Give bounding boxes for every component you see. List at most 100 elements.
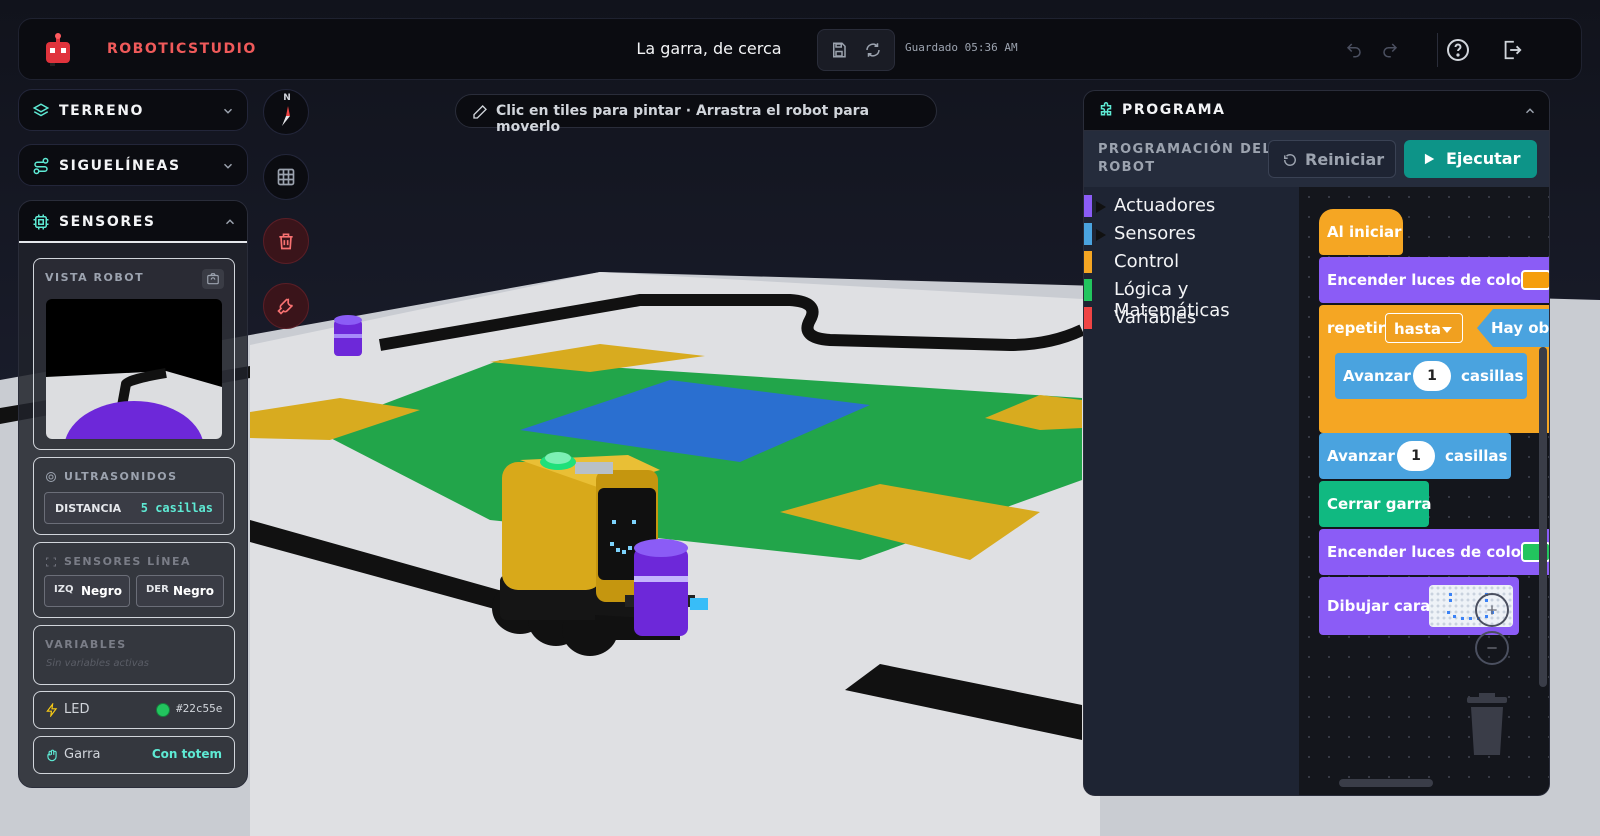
left-sensor-label: IZQ <box>54 584 74 595</box>
logout-icon <box>1504 40 1522 60</box>
run-label: Ejecutar <box>1446 149 1521 168</box>
category-color-bar <box>1084 251 1092 273</box>
category-color-bar <box>1084 223 1092 245</box>
program-subtitle: PROGRAMACIÓN DEL ROBOT <box>1098 142 1272 175</box>
ultrasonic-title: ULTRASONIDOS <box>64 470 178 483</box>
compass-button[interactable]: N <box>263 89 309 135</box>
puzzle-icon <box>1100 102 1112 116</box>
chevron-down-icon <box>223 108 233 114</box>
block-lights-2[interactable]: Encender luces de color <box>1319 529 1549 575</box>
repeat-mode-dropdown[interactable]: hasta <box>1385 313 1463 343</box>
run-button[interactable]: Ejecutar <box>1404 140 1537 178</box>
chevron-down-icon <box>223 163 233 169</box>
workspace-trash-icon[interactable] <box>1463 693 1511 757</box>
left-line-sensor: IZQ Negro <box>44 575 130 607</box>
save-button[interactable] <box>828 39 850 61</box>
block-unit-label: casillas <box>1461 367 1524 385</box>
project-title[interactable]: La garra, de cerca <box>579 39 839 58</box>
brand-name: ROBOTICSTUDIO <box>107 41 257 57</box>
distance-value: 5 casillas <box>140 501 213 515</box>
horizontal-scrollbar[interactable] <box>1339 779 1433 787</box>
top-bar: ROBOTICSTUDIO La garra, de cerca Guardad… <box>18 18 1582 80</box>
redo-button[interactable] <box>1377 37 1403 63</box>
blocks-workspace[interactable]: Al iniciar Encender luces de color repet… <box>1299 187 1549 795</box>
trash-icon <box>279 233 293 250</box>
vertical-scrollbar[interactable] <box>1539 347 1547 687</box>
compass-north-label: N <box>283 93 291 103</box>
led-card: LED #22c55e <box>33 691 235 729</box>
minus-icon <box>1487 647 1497 649</box>
grid-toggle-button[interactable] <box>263 154 309 200</box>
help-button[interactable] <box>1445 37 1471 63</box>
chevron-up-icon <box>1525 108 1535 114</box>
robot-logo-icon[interactable] <box>41 33 75 67</box>
sensors-panel: SENSORES VISTA ROBOT ULTRASONIDOS DISTAN… <box>18 200 248 788</box>
robot-view-card: VISTA ROBOT <box>33 258 235 450</box>
save-icon <box>833 42 846 58</box>
caret-right-icon <box>1096 229 1106 241</box>
wrench-icon <box>277 298 294 315</box>
logout-button[interactable] <box>1499 37 1525 63</box>
zoom-in-button[interactable] <box>1475 593 1509 627</box>
hint-text: Clic en tiles para pintar · Arrastra el … <box>496 103 870 135</box>
robot-view-title: VISTA ROBOT <box>45 271 145 284</box>
linefollower-panel-toggle[interactable]: SIGUELÍNEAS <box>18 144 248 186</box>
undo-button[interactable] <box>1341 37 1367 63</box>
linefollower-label: SIGUELÍNEAS <box>59 158 181 174</box>
ultrasonic-icon <box>46 472 56 482</box>
sensors-panel-toggle[interactable]: SENSORES <box>19 201 247 243</box>
block-lights-1[interactable]: Encender luces de color <box>1319 257 1549 303</box>
variables-title: VARIABLES <box>45 638 127 651</box>
category-label: Actuadores <box>1114 195 1216 216</box>
sync-icon <box>866 43 880 57</box>
reset-label: Reiniciar <box>1305 150 1385 169</box>
program-toolbar: PROGRAMACIÓN DEL ROBOT Reiniciar Ejecuta… <box>1084 131 1549 187</box>
program-panel-toggle[interactable]: PROGRAMA <box>1084 91 1549 131</box>
right-sensor-value: Negro <box>173 584 214 598</box>
variables-card: VARIABLES Sin variables activas <box>33 625 235 685</box>
compass-icon <box>282 106 290 126</box>
distance-label: DISTANCIA <box>55 502 122 515</box>
file-actions-group <box>817 29 895 71</box>
block-label: Avanzar <box>1327 447 1395 465</box>
block-label: Dibujar cara <box>1327 597 1431 615</box>
steps-input[interactable]: 1 <box>1397 441 1435 471</box>
redo-icon <box>1383 43 1398 58</box>
category-label: Control <box>1114 251 1180 272</box>
block-label: Al iniciar <box>1327 223 1402 241</box>
editor-hint-banner: Clic en tiles para pintar · Arrastra el … <box>455 94 937 135</box>
block-on-start[interactable]: Al iniciar <box>1319 209 1403 255</box>
hand-icon <box>47 749 57 762</box>
right-line-sensor: DER Negro <box>136 575 224 607</box>
reset-button[interactable]: Reiniciar <box>1268 140 1396 178</box>
category-label: Variables <box>1114 307 1197 328</box>
ultrasonic-card: ULTRASONIDOS DISTANCIA 5 casillas <box>33 457 235 535</box>
category-logic-math[interactable]: Lógica y Matemáticas <box>1084 277 1299 321</box>
sync-button[interactable] <box>862 39 884 61</box>
block-close-claw[interactable]: Cerrar garra <box>1319 481 1432 527</box>
led-color-swatch <box>156 703 170 717</box>
play-icon <box>1424 153 1435 165</box>
switch-camera-button[interactable] <box>202 269 224 289</box>
obstacle-condition-block[interactable]: Hay obs <box>1477 309 1549 347</box>
terrain-panel-toggle[interactable]: TERRENO <box>18 89 248 131</box>
category-color-bar <box>1084 279 1092 301</box>
color-swatch-orange[interactable] <box>1521 270 1549 290</box>
category-label: Sensores <box>1114 223 1196 244</box>
steps-input[interactable]: 1 <box>1413 361 1451 391</box>
category-control[interactable]: Control <box>1084 249 1299 275</box>
led-value: #22c55e <box>176 702 223 715</box>
zoom-out-button[interactable] <box>1475 631 1509 665</box>
terrain-label: TERRENO <box>59 103 145 119</box>
distance-readout: DISTANCIA 5 casillas <box>44 492 224 524</box>
block-advance[interactable]: Avanzar 1 casillas <box>1319 433 1511 479</box>
delete-button[interactable] <box>263 218 309 264</box>
block-advance-inner[interactable]: Avanzar 1 casillas <box>1335 353 1527 399</box>
category-variables[interactable]: Variables <box>1084 305 1299 331</box>
tools-button[interactable] <box>263 283 309 329</box>
category-sensors[interactable]: Sensores <box>1084 221 1299 247</box>
robot-camera-feed <box>46 299 222 439</box>
line-sensor-icon <box>46 557 56 567</box>
category-actuators[interactable]: Actuadores <box>1084 193 1299 219</box>
block-label: Cerrar garra <box>1327 495 1432 513</box>
